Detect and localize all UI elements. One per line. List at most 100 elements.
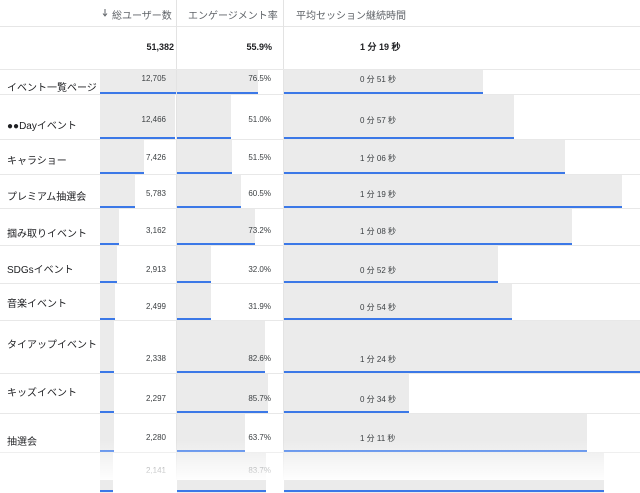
- row-label: キャラショー: [7, 156, 67, 167]
- bar-fill: [284, 95, 514, 140]
- users-cell: 7,426: [100, 140, 176, 175]
- duration-value: 1 分 06 秒: [360, 154, 397, 163]
- bar-fill: [100, 175, 135, 209]
- total-duration-value: 1 分 19 秒: [360, 42, 401, 52]
- column-header-engagement-rate[interactable]: エンゲージメント率: [176, 0, 294, 26]
- bar-fill: [284, 284, 512, 321]
- users-cell: 2,297: [100, 374, 176, 414]
- table-row[interactable]: タイアップイベント 2,338 82.6% 1 分 24 秒: [0, 320, 640, 374]
- bar-indicator: [284, 490, 605, 492]
- row-label: 掴み取りイベント: [7, 229, 87, 240]
- users-cell: 12,466: [100, 95, 176, 140]
- bar-fill: [284, 175, 623, 209]
- column-header-avg-session-duration[interactable]: 平均セッション継続時間: [284, 0, 640, 26]
- engagement-cell: 85.7%: [177, 374, 283, 414]
- duration-cell: 1 分 24 秒: [284, 321, 640, 374]
- engagement-value: 73.2%: [248, 226, 271, 235]
- duration-cell: 1 分 08 秒: [284, 209, 640, 246]
- engagement-cell: 51.5%: [177, 140, 283, 175]
- table-row[interactable]: 音楽イベント 2,499 31.9% 0 分 54 秒: [0, 283, 640, 321]
- duration-cell: 0 分 34 秒: [284, 374, 640, 414]
- row-label: 音楽イベント: [7, 299, 67, 310]
- users-value: 7,426: [145, 153, 166, 162]
- users-cell: 5,783: [100, 175, 176, 209]
- row-label: イベント一覧ページ: [7, 83, 97, 94]
- duration-value: 1 分 19 秒: [360, 190, 397, 199]
- engagement-value: 51.5%: [248, 153, 271, 162]
- bar-fill: [100, 209, 119, 246]
- engagement-value: 51.0%: [248, 115, 271, 124]
- bar-fill: [284, 140, 566, 175]
- table-row[interactable]: プレミアム抽選会 5,783 60.5% 1 分 19 秒: [0, 174, 640, 209]
- users-cell: 12,705: [100, 70, 176, 95]
- engagement-cell: 51.0%: [177, 95, 283, 140]
- row-label: ●●Dayイベント: [7, 121, 77, 132]
- table-row[interactable]: キッズイベント 2,297 85.7% 0 分 34 秒: [0, 373, 640, 414]
- bar-fill: [177, 95, 232, 140]
- bar-indicator: [100, 490, 113, 492]
- duration-cell: 0 分 51 秒: [284, 70, 640, 95]
- bar-fill: [100, 284, 115, 321]
- engagement-cell: 82.6%: [177, 321, 283, 374]
- duration-value: 0 分 57 秒: [360, 116, 397, 125]
- engagement-value: 31.9%: [248, 302, 271, 311]
- bar-fill: [284, 321, 640, 374]
- bar-fill: [177, 321, 265, 374]
- table-row[interactable]: ●●Dayイベント 12,466 51.0% 0 分 57 秒: [0, 94, 640, 140]
- bar-indicator: [177, 490, 266, 492]
- engagement-cell: 31.9%: [177, 284, 283, 321]
- users-value: 2,499: [145, 302, 166, 311]
- report-table: 総ユーザー数 エンゲージメント率 平均セッション継続時間 51,382 55.9…: [0, 0, 640, 493]
- engagement-cell: 60.5%: [177, 175, 283, 209]
- duration-value: 0 分 34 秒: [360, 395, 397, 404]
- users-value: 3,162: [145, 226, 166, 235]
- bar-fill: [177, 175, 242, 209]
- table-row[interactable]: キャラショー 7,426 51.5% 1 分 06 秒: [0, 139, 640, 175]
- users-value: 12,466: [141, 115, 166, 124]
- engagement-cell: 76.5%: [177, 70, 283, 95]
- bar-fill: [284, 209, 573, 246]
- engagement-cell: 73.2%: [177, 209, 283, 246]
- duration-value: 1 分 08 秒: [360, 227, 397, 236]
- users-value: 12,705: [141, 74, 166, 83]
- bar-fill: [177, 209, 255, 246]
- engagement-value: 82.6%: [248, 354, 271, 363]
- engagement-cell: 32.0%: [177, 246, 283, 284]
- users-value: 5,783: [145, 189, 166, 198]
- duration-cell: 0 分 52 秒: [284, 246, 640, 284]
- duration-value: 0 分 54 秒: [360, 303, 397, 312]
- row-label: SDGsイベント: [7, 265, 74, 276]
- table-row[interactable]: 掴み取りイベント 3,162 73.2% 1 分 08 秒: [0, 208, 640, 246]
- users-value: 2,913: [145, 265, 166, 274]
- duration-cell: 0 分 54 秒: [284, 284, 640, 321]
- scroll-fade: [0, 440, 640, 480]
- bar-fill: [177, 284, 211, 321]
- row-label: プレミアム抽選会: [7, 192, 87, 203]
- bar-fill: [100, 246, 118, 284]
- engagement-value: 60.5%: [248, 189, 271, 198]
- row-label: タイアップイベント: [7, 340, 97, 351]
- bar-fill: [100, 321, 114, 374]
- row-label: キッズイベント: [7, 388, 77, 399]
- users-value: 2,338: [145, 354, 166, 363]
- table-header: 総ユーザー数 エンゲージメント率 平均セッション継続時間: [0, 0, 640, 27]
- column-header-total-users[interactable]: 総ユーザー数: [100, 0, 180, 26]
- engagement-value: 85.7%: [248, 394, 271, 403]
- users-value: 2,297: [145, 394, 166, 403]
- duration-value: 0 分 51 秒: [360, 75, 397, 84]
- engagement-value: 76.5%: [248, 74, 271, 83]
- users-cell: 2,499: [100, 284, 176, 321]
- table-row[interactable]: イベント一覧ページ 12,705 76.5% 0 分 51 秒: [0, 69, 640, 95]
- total-engagement-value: 55.9%: [246, 42, 272, 52]
- bar-fill: [100, 140, 145, 175]
- bar-fill: [177, 140, 232, 175]
- duration-cell: 1 分 19 秒: [284, 175, 640, 209]
- engagement-value: 32.0%: [248, 265, 271, 274]
- bar-fill: [100, 374, 114, 414]
- table-row[interactable]: SDGsイベント 2,913 32.0% 0 分 52 秒: [0, 245, 640, 284]
- total-users-value: 51,382: [146, 42, 174, 52]
- duration-value: 1 分 24 秒: [360, 355, 397, 364]
- bar-fill: [177, 246, 211, 284]
- users-cell: 3,162: [100, 209, 176, 246]
- duration-cell: 0 分 57 秒: [284, 95, 640, 140]
